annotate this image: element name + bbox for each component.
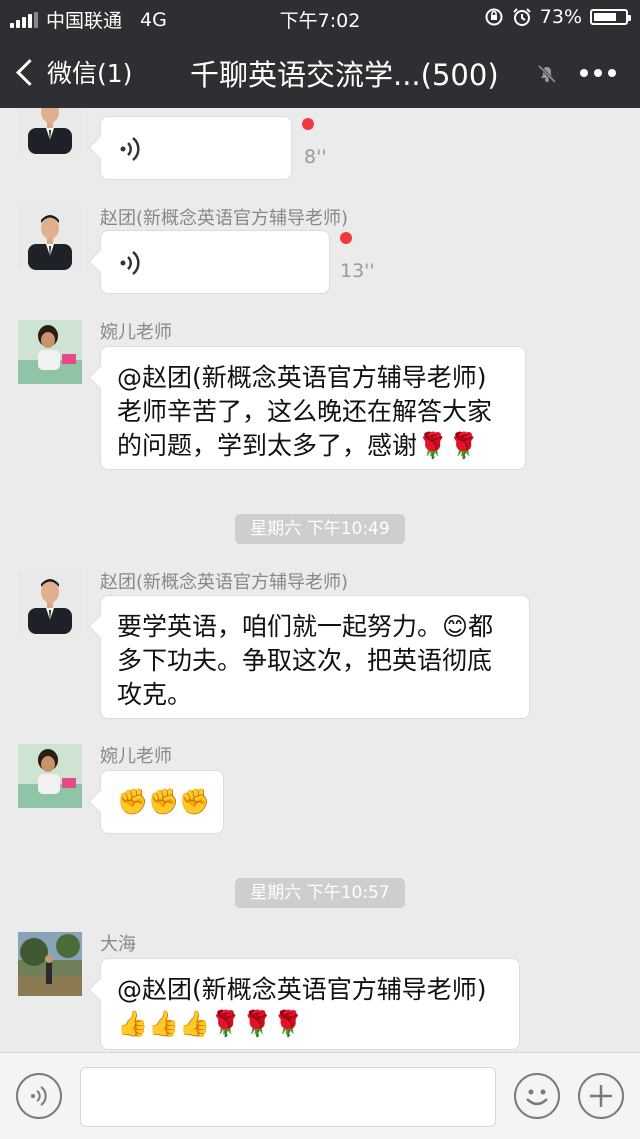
voice-message-bubble[interactable] <box>100 230 330 294</box>
sender-name: 婉儿老师 <box>100 322 172 343</box>
message-line: 攻克。 <box>117 680 193 709</box>
status-bar: 中国联通 4G 下午7:02 73% <box>0 0 640 36</box>
voice-duration: 13'' <box>340 260 375 282</box>
battery-percent: 73% <box>539 6 582 28</box>
message-input[interactable] <box>80 1067 496 1127</box>
message-line: @赵团(新概念英语官方辅导老师) <box>117 975 487 1004</box>
text-message-bubble[interactable]: 要学英语，咱们就一起努力。😊都 多下功夫。争取这次，把英语彻底 攻克。 <box>100 595 530 719</box>
input-bar <box>0 1052 640 1139</box>
emoji-button[interactable] <box>514 1073 560 1119</box>
sender-name: 赵团(新概念英语官方辅导老师) <box>100 572 349 593</box>
text-message-bubble[interactable]: @赵团(新概念英语官方辅导老师) 👍👍👍🌹🌹🌹 <box>100 958 520 1050</box>
sender-name: 大海 <box>100 934 136 955</box>
text-message-bubble[interactable]: @赵团(新概念英语官方辅导老师) 老师辛苦了，这么晚还在解答大家 的问题，学到太… <box>100 346 526 470</box>
sender-name: 婉儿老师 <box>100 746 172 767</box>
chevron-left-icon <box>16 58 43 86</box>
timestamp-badge: 星期六 下午10:57 <box>235 878 405 908</box>
dot-icon <box>608 69 616 77</box>
plus-icon <box>590 1085 612 1107</box>
back-button[interactable]: 微信(1) <box>14 54 132 90</box>
more-options-button[interactable] <box>580 69 616 77</box>
voice-toggle-button[interactable] <box>16 1073 62 1119</box>
message-line: @赵团(新概念英语官方辅导老师) <box>117 363 487 392</box>
avatar-dahai[interactable] <box>18 932 82 996</box>
alarm-icon <box>513 8 531 26</box>
emoji-message-bubble[interactable]: ✊✊✊ <box>100 770 224 834</box>
message-line: 的问题，学到太多了，感谢🌹🌹 <box>117 431 480 460</box>
voice-message-bubble[interactable] <box>100 116 292 180</box>
sender-name: 赵团(新概念英语官方辅导老师) <box>100 208 349 229</box>
chat-area[interactable]: 8'' 赵团(新概念英语官方辅导老师) 13'' 婉儿老师 @赵团(新概念英语官… <box>0 108 640 1052</box>
rotation-lock-icon <box>485 8 503 26</box>
voice-wave-icon <box>120 137 140 161</box>
message-line: 👍👍👍🌹🌹🌹 <box>117 1009 304 1038</box>
timestamp-badge: 星期六 下午10:49 <box>235 514 405 544</box>
voice-duration: 8'' <box>304 146 327 168</box>
message-line: 多下功夫。争取这次，把英语彻底 <box>117 646 493 675</box>
avatar-waner[interactable] <box>18 320 82 384</box>
dot-icon <box>594 69 602 77</box>
mute-bell-icon <box>537 64 557 84</box>
emoji-content: ✊✊✊ <box>117 787 211 816</box>
more-functions-button[interactable] <box>578 1073 624 1119</box>
voice-toggle-icon <box>31 1086 47 1106</box>
back-label: 微信(1) <box>47 59 133 88</box>
message-line: 老师辛苦了，这么晚还在解答大家 <box>117 397 493 426</box>
nav-bar: 微信(1) 千聊英语交流学...(500) <box>0 36 640 108</box>
voice-wave-icon <box>120 251 140 275</box>
avatar-zhaotuan[interactable] <box>18 206 82 270</box>
unread-dot <box>340 232 352 244</box>
emoji-icon <box>526 1089 548 1106</box>
avatar-zhaotuan[interactable] <box>18 570 82 634</box>
dot-icon <box>580 69 588 77</box>
avatar-zhaotuan[interactable] <box>18 108 82 154</box>
message-line: 要学英语，咱们就一起努力。😊都 <box>117 612 494 641</box>
avatar-waner[interactable] <box>18 744 82 808</box>
chat-title: 千聊英语交流学...(500) <box>190 58 499 92</box>
unread-dot <box>302 118 314 130</box>
battery-icon <box>590 9 631 25</box>
